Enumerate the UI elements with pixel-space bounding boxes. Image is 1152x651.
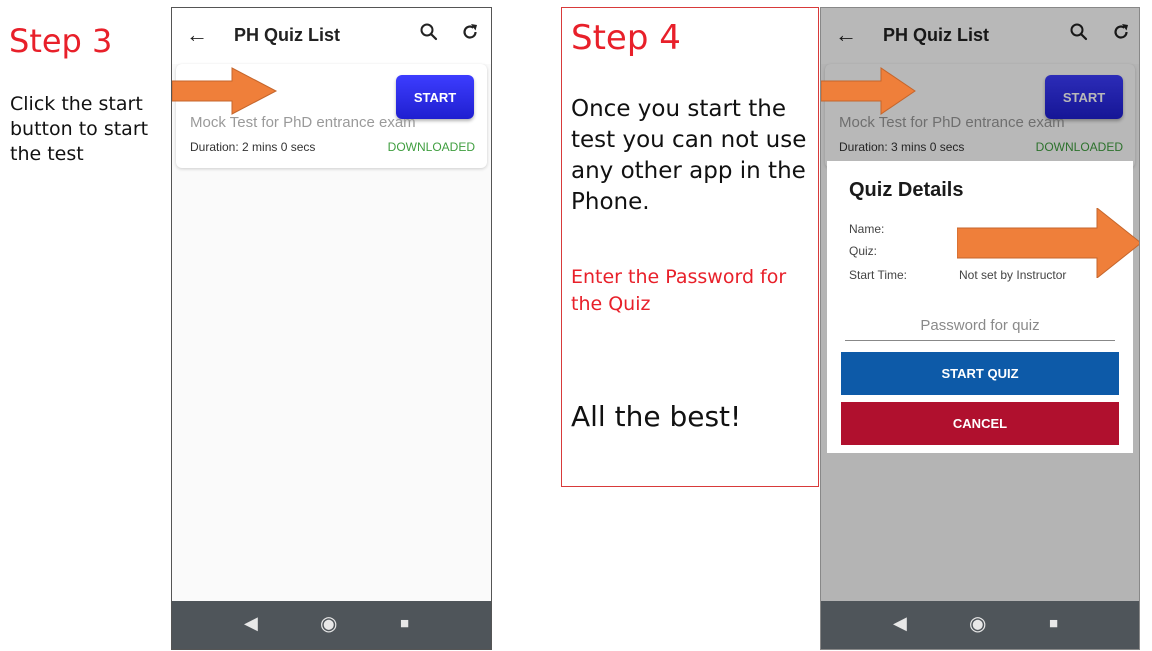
step4-desc-line: test you can not use: [571, 127, 807, 153]
system-nav-bar: ◀ ◉ ■: [172, 601, 491, 649]
quiz-details-dialog: Quiz Details Name: Quiz: Start Time: Not…: [827, 161, 1133, 453]
nav-recents-icon[interactable]: ■: [1049, 615, 1058, 632]
nav-home-icon[interactable]: ◉: [320, 611, 337, 636]
quiz-duration: Duration: 2 mins 0 secs: [190, 140, 316, 154]
start-quiz-button[interactable]: START QUIZ: [841, 352, 1119, 395]
start-button[interactable]: START: [396, 75, 474, 119]
app-bar-title: PH Quiz List: [234, 25, 341, 45]
step3-desc-line: the test: [10, 143, 84, 165]
nav-home-icon[interactable]: ◉: [969, 611, 986, 636]
step3-title: Step 3: [9, 22, 113, 60]
nav-back-icon[interactable]: ◀: [893, 613, 907, 634]
app-bar: ← PH Quiz List: [172, 8, 491, 64]
step4-title: Step 4: [571, 18, 681, 58]
nav-back-icon[interactable]: ◀: [244, 613, 258, 634]
step4-desc-line: any other app in the: [571, 158, 806, 184]
search-icon[interactable]: [419, 22, 439, 48]
back-arrow-icon[interactable]: ←: [186, 22, 208, 48]
step4-desc-line: Phone.: [571, 189, 650, 215]
cancel-button[interactable]: CANCEL: [841, 402, 1119, 445]
step4-closing: All the best!: [571, 400, 742, 433]
phone-screen-quiz-list: ← PH Quiz List START Mock Test for PhD e…: [171, 7, 492, 650]
phone-screen-quiz-details: ← PH Quiz List START Mock Test for PhD e…: [820, 7, 1140, 650]
quiz-name: Mock Test for PhD entrance exam: [190, 114, 416, 131]
refresh-icon[interactable]: [460, 22, 480, 48]
step4-description: Once you start the test you can not use …: [571, 94, 806, 218]
step3-desc-line: button to start: [10, 118, 149, 140]
step3-description: Click the start button to start the test: [10, 92, 148, 167]
password-input[interactable]: [845, 311, 1115, 341]
system-nav-bar: ◀ ◉ ■: [821, 601, 1139, 649]
nav-recents-icon[interactable]: ■: [400, 615, 409, 632]
download-status: DOWNLOADED: [387, 140, 475, 154]
name-label: Name:: [849, 222, 885, 236]
step4-panel: Step 4 Once you start the test you can n…: [561, 7, 819, 487]
quiz-label: Quiz:: [849, 244, 878, 258]
step4-desc-line: Once you start the: [571, 96, 786, 122]
step4-note-line: the Quiz: [571, 293, 651, 315]
orange-arrow-icon: [957, 208, 1139, 278]
start-time-label: Start Time:: [849, 268, 908, 282]
orange-arrow-icon: [172, 67, 278, 115]
dialog-title: Quiz Details: [849, 179, 964, 201]
step3-desc-line: Click the start: [10, 93, 143, 115]
orange-arrow-icon: [821, 67, 916, 115]
step4-note-line: Enter the Password for: [571, 266, 787, 288]
step4-password-note: Enter the Password for the Quiz: [571, 264, 786, 318]
